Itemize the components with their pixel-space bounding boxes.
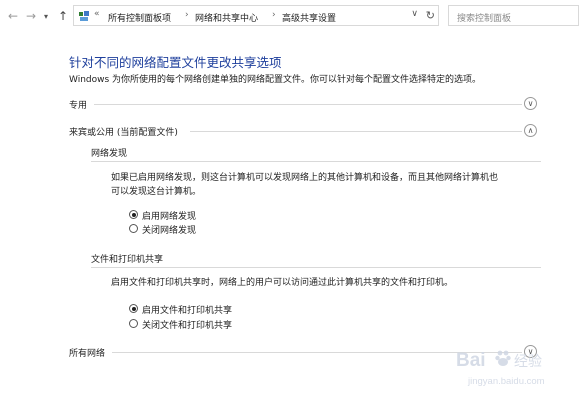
search-box[interactable]: 搜索控制面板 [448, 5, 579, 26]
network-discovery-divider [91, 161, 541, 162]
radio-label[interactable]: 关闭文件和打印机共享 [142, 318, 232, 331]
chevron-up-icon: ∧ [527, 126, 534, 135]
radio-label[interactable]: 启用文件和打印机共享 [142, 303, 232, 316]
page-description: Windows 为你所使用的每个网络创建单独的网络配置文件。你可以针对每个配置文… [69, 75, 482, 85]
profile-private-divider [94, 104, 522, 105]
breadcrumb-separator-icon[interactable]: › [272, 10, 276, 20]
forward-arrow-icon[interactable]: → [26, 10, 36, 22]
search-placeholder[interactable]: 搜索控制面板 [457, 11, 511, 24]
control-panel-icon [79, 11, 89, 21]
breadcrumb-all-control-panel-items[interactable]: 所有控制面板项 [108, 11, 171, 24]
network-discovery-description: 如果已启用网络发现，则这台计算机可以发现网络上的其他计算机和设备，而且其他网络计… [111, 171, 541, 199]
radio-button[interactable] [129, 224, 138, 233]
network-discovery-heading: 网络发现 [91, 149, 128, 159]
profile-guest-public-label[interactable]: 来宾或公用 (当前配置文件) [69, 125, 178, 138]
profile-private-label[interactable]: 专用 [69, 98, 87, 111]
address-toolbar: ← → ▾ ↑ « 所有控制面板项 › 网络和共享中心 › 高级共享设置 ∨ ↻… [0, 0, 579, 34]
watermark-url: jingyan.baidu.com [467, 376, 545, 387]
network-discovery-description-line2: 可以发现这台计算机。 [111, 187, 202, 197]
radio-label[interactable]: 启用网络发现 [142, 209, 196, 222]
profile-guest-public-divider [190, 131, 522, 132]
baidu-jingyan-watermark: Bai 经验 jingyan.baidu.com [456, 350, 545, 387]
file-printer-sharing-heading: 文件和打印机共享 [91, 255, 164, 265]
address-bar[interactable]: « 所有控制面板项 › 网络和共享中心 › 高级共享设置 ∨ ↻ [73, 5, 439, 26]
breadcrumb-network-sharing-center[interactable]: 网络和共享中心 [195, 11, 258, 24]
radio-button[interactable] [129, 319, 138, 328]
radio-button-selected[interactable] [129, 304, 138, 313]
chevron-down-icon: ∨ [527, 99, 534, 108]
file-printer-sharing-description: 启用文件和打印机共享时，网络上的用户可以访问通过此计算机共享的文件和打印机。 [111, 278, 454, 288]
paw-icon [495, 350, 511, 366]
network-discovery-description-line1: 如果已启用网络发现，则这台计算机可以发现网络上的其他计算机和设备，而且其他网络计… [111, 173, 499, 183]
expand-private-button[interactable]: ∨ [524, 97, 537, 110]
breadcrumb-overflow-icon[interactable]: « [94, 9, 100, 19]
watermark-logo-suffix: 经验 [514, 354, 542, 370]
profile-all-networks-label[interactable]: 所有网络 [69, 346, 105, 359]
breadcrumb-advanced-sharing-settings[interactable]: 高级共享设置 [282, 11, 336, 24]
refresh-icon[interactable]: ↻ [426, 9, 435, 22]
file-printer-sharing-divider [91, 267, 541, 268]
up-arrow-icon[interactable]: ↑ [58, 10, 68, 22]
back-arrow-icon[interactable]: ← [8, 10, 18, 22]
watermark-logo-text: Bai [456, 350, 486, 371]
radio-label[interactable]: 关闭网络发现 [142, 223, 196, 236]
page-title: 针对不同的网络配置文件更改共享选项 [69, 55, 282, 70]
radio-button-selected[interactable] [129, 210, 138, 219]
recent-locations-chevron-icon[interactable]: ▾ [44, 11, 48, 23]
address-dropdown-icon[interactable]: ∨ [411, 9, 418, 19]
breadcrumb-separator-icon[interactable]: › [185, 10, 189, 20]
collapse-guest-public-button[interactable]: ∧ [524, 124, 537, 137]
